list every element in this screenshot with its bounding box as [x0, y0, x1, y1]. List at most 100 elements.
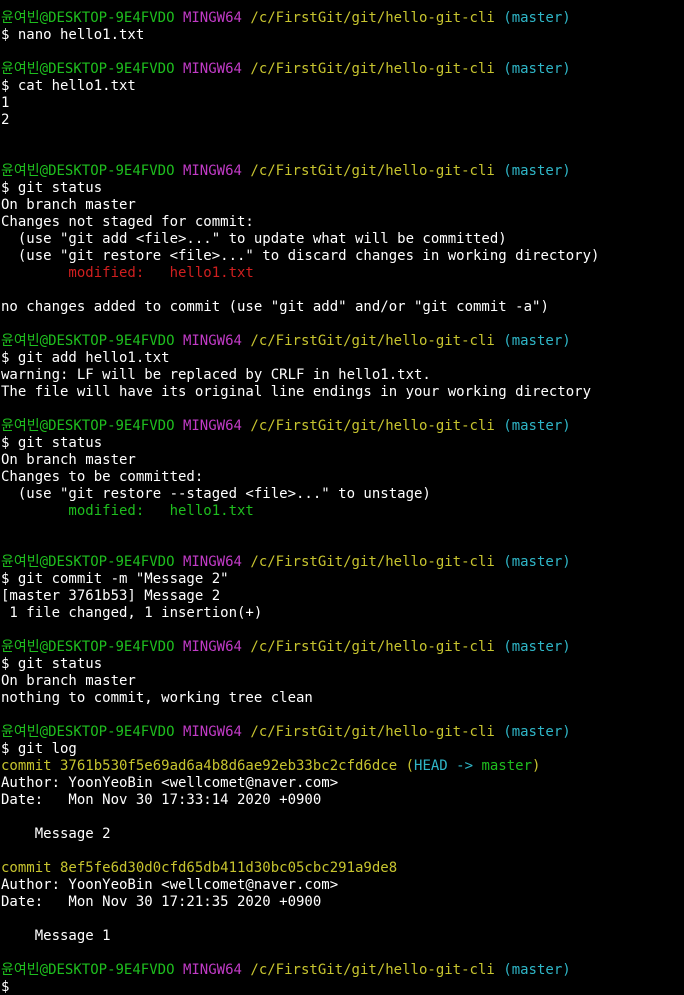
output-text: (use "git restore <file>..." to discard … [1, 248, 600, 264]
output-line: nothing to commit, working tree clean [1, 690, 313, 707]
command-line: $ git status [1, 180, 102, 197]
output-text: (use "git restore --staged <file>..." to… [1, 486, 431, 502]
commit-ref-head: HEAD -> [414, 758, 482, 774]
prompt-system: MINGW64 [182, 61, 242, 77]
command-line: $ git status [1, 656, 102, 673]
prompt-user-host: 윤여빈@DESKTOP-9E4FVDO [1, 639, 175, 655]
output-line: On branch master [1, 197, 136, 214]
output-text: Author: YoonYeoBin <wellcomet@naver.com> [1, 775, 339, 791]
output-text: nothing to commit, working tree clean [1, 690, 313, 706]
output-line: 2 [1, 112, 9, 129]
prompt-user-host: 윤여빈@DESKTOP-9E4FVDO [1, 163, 175, 179]
output-text: Message 2 [1, 826, 111, 842]
output-line: Author: YoonYeoBin <wellcomet@naver.com> [1, 877, 338, 894]
prompt-user-host: 윤여빈@DESKTOP-9E4FVDO [1, 962, 175, 978]
prompt-path: /c/FirstGit/git/hello-git-cli [250, 333, 495, 349]
output-text: Date: Mon Nov 30 17:21:35 2020 +0900 [1, 894, 322, 910]
output-line: Changes not staged for commit: [1, 214, 254, 231]
output-text: The file will have its original line end… [1, 384, 592, 400]
output-text: Changes to be committed: [1, 469, 204, 485]
output-text: (use "git add <file>..." to update what … [1, 231, 507, 247]
command-line: $ [1, 979, 9, 995]
output-line: 1 file changed, 1 insertion(+) [1, 605, 262, 622]
output-text: Date: Mon Nov 30 17:33:14 2020 +0900 [1, 792, 322, 808]
prompt-user-host: 윤여빈@DESKTOP-9E4FVDO [1, 418, 175, 434]
prompt-user-host: 윤여빈@DESKTOP-9E4FVDO [1, 554, 175, 570]
output-line: Message 1 [1, 928, 111, 945]
prompt-branch: (master) [503, 639, 571, 655]
output-line: Author: YoonYeoBin <wellcomet@naver.com> [1, 775, 338, 792]
output-text: 1 file changed, 1 insertion(+) [1, 605, 263, 621]
prompt-system: MINGW64 [182, 163, 242, 179]
output-line: [master 3761b53] Message 2 [1, 588, 220, 605]
output-text: On branch master [1, 197, 136, 213]
command-line: $ git log [1, 741, 77, 758]
commit-ref-open: ( [397, 758, 415, 774]
prompt-line: 윤여빈@DESKTOP-9E4FVDO MINGW64 /c/FirstGit/… [1, 639, 571, 656]
prompt-line: 윤여빈@DESKTOP-9E4FVDO MINGW64 /c/FirstGit/… [1, 163, 571, 180]
prompt-path: /c/FirstGit/git/hello-git-cli [250, 554, 495, 570]
terminal-window[interactable]: 윤여빈@DESKTOP-9E4FVDO MINGW64 /c/FirstGit/… [1, 0, 684, 995]
modified-unstaged-line: modified: hello1.txt [1, 265, 254, 282]
commit-hash-line: commit 3761b530f5e69ad6a4b8d6ae92eb33bc2… [1, 758, 540, 775]
output-text: Changes not staged for commit: [1, 214, 254, 230]
commit-ref-close: ) [532, 758, 541, 774]
command-text: $ git status [1, 180, 103, 196]
prompt-line: 윤여빈@DESKTOP-9E4FVDO MINGW64 /c/FirstGit/… [1, 724, 571, 741]
prompt-system: MINGW64 [182, 554, 242, 570]
commit-hash: commit 8ef5fe6d30d0cfd65db411d30bc05cbc2… [1, 860, 398, 876]
prompt-branch: (master) [503, 554, 571, 570]
prompt-line: 윤여빈@DESKTOP-9E4FVDO MINGW64 /c/FirstGit/… [1, 962, 571, 979]
prompt-system: MINGW64 [182, 724, 242, 740]
prompt-user-host: 윤여빈@DESKTOP-9E4FVDO [1, 61, 175, 77]
prompt-path: /c/FirstGit/git/hello-git-cli [250, 962, 495, 978]
prompt-system: MINGW64 [182, 639, 242, 655]
commit-hash-line: commit 8ef5fe6d30d0cfd65db411d30bc05cbc2… [1, 860, 397, 877]
output-line: The file will have its original line end… [1, 384, 591, 401]
command-text: $ [1, 979, 10, 995]
output-line: Date: Mon Nov 30 17:33:14 2020 +0900 [1, 792, 321, 809]
prompt-branch: (master) [503, 61, 571, 77]
prompt-line: 윤여빈@DESKTOP-9E4FVDO MINGW64 /c/FirstGit/… [1, 333, 571, 350]
output-line: no changes added to commit (use "git add… [1, 299, 549, 316]
prompt-branch: (master) [503, 333, 571, 349]
prompt-user-host: 윤여빈@DESKTOP-9E4FVDO [1, 10, 175, 26]
prompt-branch: (master) [503, 10, 571, 26]
output-text: warning: LF will be replaced by CRLF in … [1, 367, 431, 383]
command-text: $ cat hello1.txt [1, 78, 136, 94]
output-line: (use "git add <file>..." to update what … [1, 231, 507, 248]
output-line: Message 2 [1, 826, 111, 843]
command-line: $ git add hello1.txt [1, 350, 170, 367]
command-line: $ nano hello1.txt [1, 27, 144, 44]
prompt-system: MINGW64 [182, 10, 242, 26]
prompt-path: /c/FirstGit/git/hello-git-cli [250, 163, 495, 179]
prompt-system: MINGW64 [182, 962, 242, 978]
command-line: $ git status [1, 435, 102, 452]
command-text: $ nano hello1.txt [1, 27, 145, 43]
output-line: (use "git restore --staged <file>..." to… [1, 486, 431, 503]
output-line: 1 [1, 95, 9, 112]
commit-hash: commit 3761b530f5e69ad6a4b8d6ae92eb33bc2… [1, 758, 398, 774]
output-text: 2 [1, 112, 10, 128]
output-text: [master 3761b53] Message 2 [1, 588, 221, 604]
output-text: On branch master [1, 452, 136, 468]
output-text: no changes added to commit (use "git add… [1, 299, 549, 315]
prompt-line: 윤여빈@DESKTOP-9E4FVDO MINGW64 /c/FirstGit/… [1, 418, 571, 435]
prompt-branch: (master) [503, 163, 571, 179]
prompt-system: MINGW64 [182, 333, 242, 349]
prompt-path: /c/FirstGit/git/hello-git-cli [250, 61, 495, 77]
output-line: Changes to be committed: [1, 469, 203, 486]
prompt-branch: (master) [503, 418, 571, 434]
output-line: (use "git restore <file>..." to discard … [1, 248, 600, 265]
modified-staged-line: modified: hello1.txt [1, 503, 253, 520]
prompt-path: /c/FirstGit/git/hello-git-cli [250, 639, 495, 655]
command-text: $ git log [1, 741, 77, 757]
prompt-path: /c/FirstGit/git/hello-git-cli [250, 10, 495, 26]
prompt-line: 윤여빈@DESKTOP-9E4FVDO MINGW64 /c/FirstGit/… [1, 61, 571, 78]
prompt-path: /c/FirstGit/git/hello-git-cli [250, 724, 495, 740]
prompt-line: 윤여빈@DESKTOP-9E4FVDO MINGW64 /c/FirstGit/… [1, 10, 571, 27]
output-line: On branch master [1, 452, 136, 469]
command-line: $ git commit -m "Message 2" [1, 571, 229, 588]
modified-file-text: modified: hello1.txt [1, 265, 254, 281]
command-text: $ git status [1, 435, 103, 451]
